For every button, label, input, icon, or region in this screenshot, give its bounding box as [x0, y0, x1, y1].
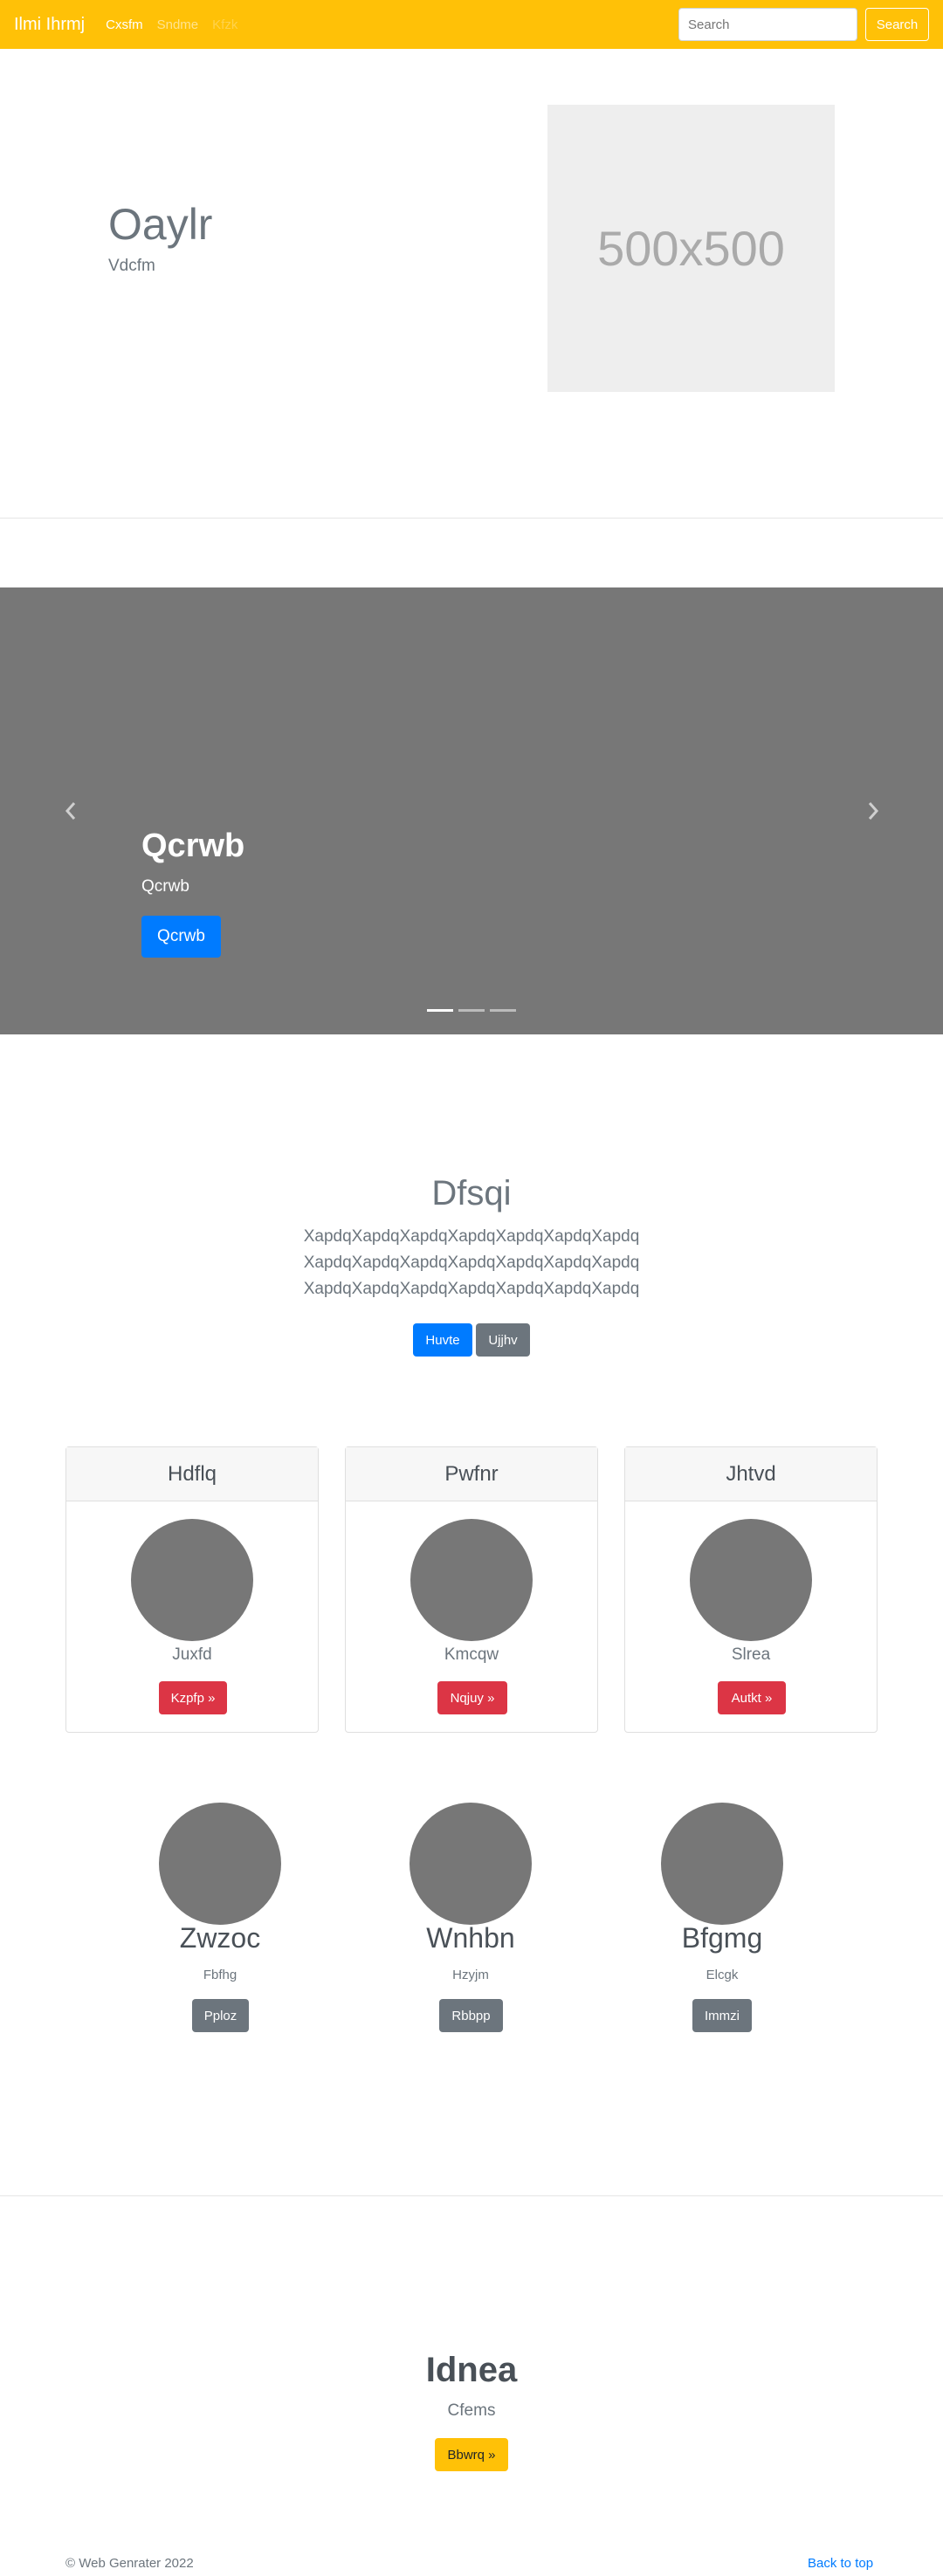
secondary-button[interactable]: Ujjhv	[476, 1323, 530, 1357]
feature-avatar	[410, 1803, 532, 1925]
card-3: Jhtvd Slrea Autkt »	[624, 1446, 878, 1733]
footer-copyright: © Web Genrater 2022	[65, 2556, 194, 2571]
avatar	[690, 1519, 812, 1641]
feature-button[interactable]: Pploz	[192, 1999, 249, 2032]
avatar	[131, 1519, 253, 1641]
feature-avatar	[159, 1803, 281, 1925]
carousel-indicator-2[interactable]	[458, 1009, 485, 1012]
cta-button[interactable]: Bbwrq »	[435, 2438, 508, 2471]
carousel-indicator-3[interactable]	[490, 1009, 516, 1012]
section-title: Dfsqi	[431, 1174, 512, 1212]
card-text: Juxfd	[172, 1645, 212, 1664]
cta-subtitle: Cfems	[447, 2401, 496, 2420]
card-header: Hdflq	[66, 1447, 318, 1501]
carousel: Qcrwb Qcrwb Qcrwb	[0, 587, 943, 1034]
lead-line: XapdqXapdqXapdqXapdqXapdqXapdqXapdq	[303, 1227, 640, 1246]
feature-button[interactable]: Rbbpp	[439, 1999, 503, 2032]
chevron-right-icon[interactable]	[860, 800, 886, 828]
card-text: Slrea	[731, 1645, 771, 1664]
feature-avatar	[661, 1803, 783, 1925]
placeholder-label: 500x500	[597, 221, 785, 276]
carousel-caption-title: Qcrwb	[141, 828, 245, 864]
feature-subtitle: Hzyjm	[452, 1968, 489, 1982]
card-2: Pwfnr Kmcqw Nqjuy »	[345, 1446, 598, 1733]
search-button[interactable]: Search	[865, 8, 929, 41]
hero-subtitle: Vdcfm	[108, 257, 155, 275]
navbar-brand[interactable]: Ilmi Ihrmj	[14, 15, 85, 35]
hero-placeholder-image: 500x500	[547, 105, 835, 392]
feature-title: Zwzoc	[179, 1922, 261, 1954]
card-text: Kmcqw	[444, 1645, 499, 1664]
back-to-top-link[interactable]: Back to top	[808, 2556, 873, 2571]
card-1: Hdflq Juxfd Kzpfp »	[65, 1446, 319, 1733]
card-button[interactable]: Nqjuy »	[437, 1681, 507, 1714]
divider	[0, 518, 943, 519]
nav-link-3-disabled: Kfzk	[212, 17, 238, 32]
divider	[0, 2195, 943, 2196]
card-button[interactable]: Kzpfp »	[159, 1681, 227, 1714]
carousel-indicator-1[interactable]	[427, 1009, 453, 1012]
lead-line: XapdqXapdqXapdqXapdqXapdqXapdqXapdq	[303, 1254, 640, 1272]
feature-subtitle: Fbfhg	[203, 1968, 237, 1982]
nav-link-2[interactable]: Sndme	[157, 17, 199, 32]
card-header: Pwfnr	[346, 1447, 597, 1501]
feature-title: Wnhbn	[426, 1922, 515, 1954]
carousel-caption-button[interactable]: Qcrwb	[141, 916, 221, 958]
card-button[interactable]: Autkt »	[718, 1681, 786, 1714]
nav-link-1[interactable]: Cxsfm	[106, 17, 143, 32]
avatar	[410, 1519, 533, 1641]
cta-title: Idnea	[425, 2351, 518, 2389]
chevron-left-icon[interactable]	[58, 800, 84, 828]
feature-button[interactable]: Immzi	[692, 1999, 752, 2032]
feature-title: Bfgmg	[681, 1922, 763, 1954]
navbar: Ilmi Ihrmj Cxsfm Sndme Kfzk Search	[0, 0, 943, 49]
search-input[interactable]	[678, 8, 857, 41]
card-header: Jhtvd	[625, 1447, 877, 1501]
feature-subtitle: Elcgk	[706, 1968, 739, 1982]
hero-title: Oaylr	[108, 200, 213, 249]
carousel-caption-text: Qcrwb	[141, 877, 189, 896]
section-lead: XapdqXapdqXapdqXapdqXapdqXapdqXapdq Xapd…	[0, 1224, 943, 1302]
lead-line: XapdqXapdqXapdqXapdqXapdqXapdqXapdq	[303, 1280, 640, 1298]
primary-button[interactable]: Huvte	[413, 1323, 472, 1357]
